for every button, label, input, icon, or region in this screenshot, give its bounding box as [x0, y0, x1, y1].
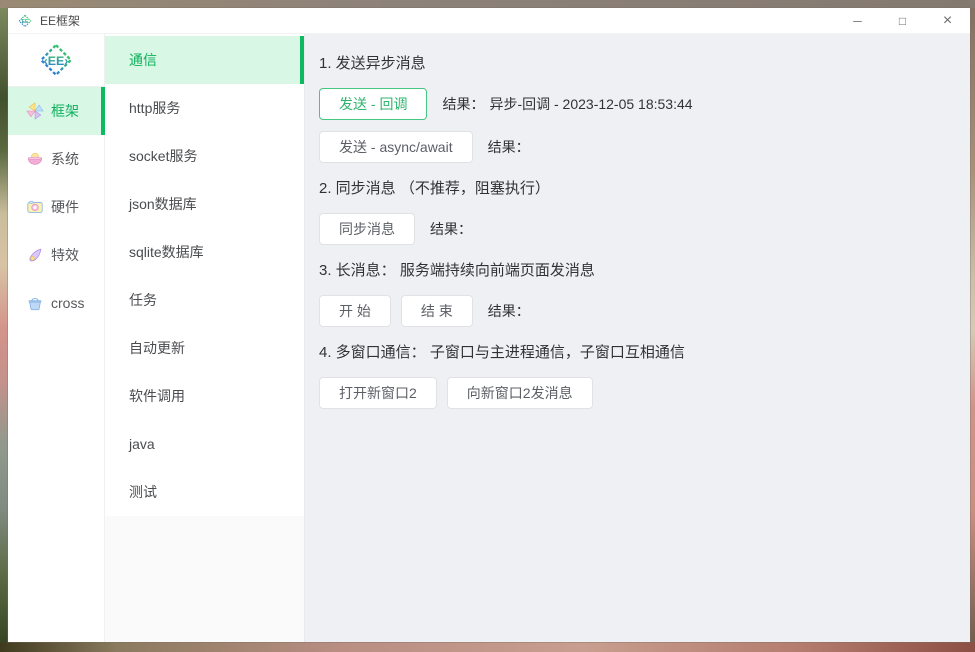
result-text: 结果： [430, 219, 477, 239]
main-content: 1. 发送异步消息 发送 - 回调 结果： 异步-回调 - 2023-12-05 … [305, 34, 970, 642]
bowl-icon [27, 152, 43, 165]
section-heading: 1. 发送异步消息 [319, 55, 426, 72]
menu-item-java[interactable]: java [105, 420, 304, 468]
start-button[interactable]: 开 始 [319, 295, 391, 327]
app-window: EE EE框架 ─ □ × ‹EE› 框架 系统 硬件 特效 cross 通信 … [8, 8, 970, 642]
result-text: 结果： 异步-回调 - 2023-12-05 18:53:44 [442, 94, 692, 114]
result-text: 结果： [488, 137, 535, 157]
sync-message-button[interactable]: 同步消息 [319, 213, 415, 245]
primary-sidebar: ‹EE› 框架 系统 硬件 特效 cross [8, 34, 105, 642]
close-icon: × [942, 11, 953, 29]
section-async-message: 1. 发送异步消息 发送 - 回调 结果： 异步-回调 - 2023-12-05 … [319, 52, 954, 163]
section-heading: 3. 长消息： 服务端持续向前端页面发消息 [319, 262, 595, 279]
section-multi-window: 4. 多窗口通信： 子窗口与主进程通信，子窗口互相通信 打开新窗口2 向新窗口2… [319, 341, 954, 409]
result-value: 异步-回调 - 2023-12-05 18:53:44 [489, 96, 693, 112]
svg-text:‹EE›: ‹EE› [44, 54, 69, 68]
send-callback-button[interactable]: 发送 - 回调 [319, 88, 428, 120]
desktop-wallpaper-bottom [0, 642, 975, 652]
open-window2-button[interactable]: 打开新窗口2 [319, 377, 437, 409]
result-label: 结果： [442, 96, 485, 112]
secondary-menu-list: 通信 http服务 socket服务 json数据库 sqlite数据库 任务 … [105, 34, 304, 516]
minimize-button[interactable]: ─ [835, 8, 880, 34]
title-bar: EE EE框架 ─ □ × [8, 8, 970, 34]
result-label: 结果： [487, 303, 530, 319]
action-row: 打开新窗口2 向新窗口2发消息 [319, 377, 954, 409]
basket-icon [28, 297, 42, 311]
ee-logo-icon: ‹EE› [39, 43, 73, 77]
comet-icon [29, 248, 42, 262]
menu-item-json-database[interactable]: json数据库 [105, 180, 304, 228]
section-long-message: 3. 长消息： 服务端持续向前端页面发消息 开 始 结 束 结果： [319, 259, 954, 327]
menu-item-communication[interactable]: 通信 [105, 36, 304, 84]
sidebar-item-label: cross [51, 295, 85, 311]
camera-icon [27, 200, 43, 213]
sidebar-item-cross[interactable]: cross [8, 279, 104, 327]
sidebar-item-label: 硬件 [51, 199, 79, 215]
menu-item-auto-update[interactable]: 自动更新 [105, 324, 304, 372]
menu-item-socket-service[interactable]: socket服务 [105, 132, 304, 180]
menu-item-http-service[interactable]: http服务 [105, 84, 304, 132]
desktop-wallpaper-right [970, 8, 975, 652]
result-text: 结果： [488, 301, 535, 321]
sidebar-item-label: 系统 [51, 151, 79, 167]
action-row: 开 始 结 束 结果： [319, 295, 954, 327]
app-logo-icon: EE [18, 14, 32, 27]
menu-item-software-call[interactable]: 软件调用 [105, 372, 304, 420]
maximize-icon: □ [898, 13, 907, 28]
sidebar-item-hardware[interactable]: 硬件 [8, 183, 104, 231]
maximize-button[interactable]: □ [880, 8, 925, 34]
result-label: 结果： [430, 221, 472, 237]
sidebar-item-label: 特效 [51, 247, 79, 263]
section-heading: 2. 同步消息 （不推荐，阻塞执行） [319, 180, 550, 197]
sidebar-item-label: 框架 [51, 103, 79, 119]
stop-button[interactable]: 结 束 [400, 295, 473, 327]
action-row: 发送 - async/await 结果： [319, 131, 954, 163]
sidebar-item-effects[interactable]: 特效 [8, 231, 104, 279]
menu-item-test[interactable]: 测试 [105, 468, 304, 516]
desktop-wallpaper-top [0, 0, 975, 8]
send-to-window2-button[interactable]: 向新窗口2发消息 [446, 377, 593, 409]
menu-item-sqlite-database[interactable]: sqlite数据库 [105, 228, 304, 276]
close-button[interactable]: × [925, 8, 970, 34]
pinwheel-icon [26, 102, 44, 120]
svg-text:EE: EE [22, 18, 29, 24]
menu-item-task[interactable]: 任务 [105, 276, 304, 324]
action-row: 发送 - 回调 结果： 异步-回调 - 2023-12-05 18:53:44 [319, 88, 954, 120]
send-async-await-button[interactable]: 发送 - async/await [319, 131, 473, 163]
result-label: 结果： [487, 139, 530, 155]
action-row: 同步消息 结果： [319, 213, 954, 245]
section-heading: 4. 多窗口通信： 子窗口与主进程通信，子窗口互相通信 [319, 344, 685, 361]
sidebar-item-framework[interactable]: 框架 [8, 87, 105, 135]
sidebar-item-system[interactable]: 系统 [8, 135, 104, 183]
minimize-icon: ─ [853, 13, 862, 28]
window-title: EE框架 [40, 14, 81, 28]
logo-cell: ‹EE› [8, 34, 104, 87]
secondary-menu: 通信 http服务 socket服务 json数据库 sqlite数据库 任务 … [105, 34, 305, 642]
desktop-wallpaper-left [0, 8, 8, 652]
section-sync-message: 2. 同步消息 （不推荐，阻塞执行） 同步消息 结果： [319, 177, 954, 245]
